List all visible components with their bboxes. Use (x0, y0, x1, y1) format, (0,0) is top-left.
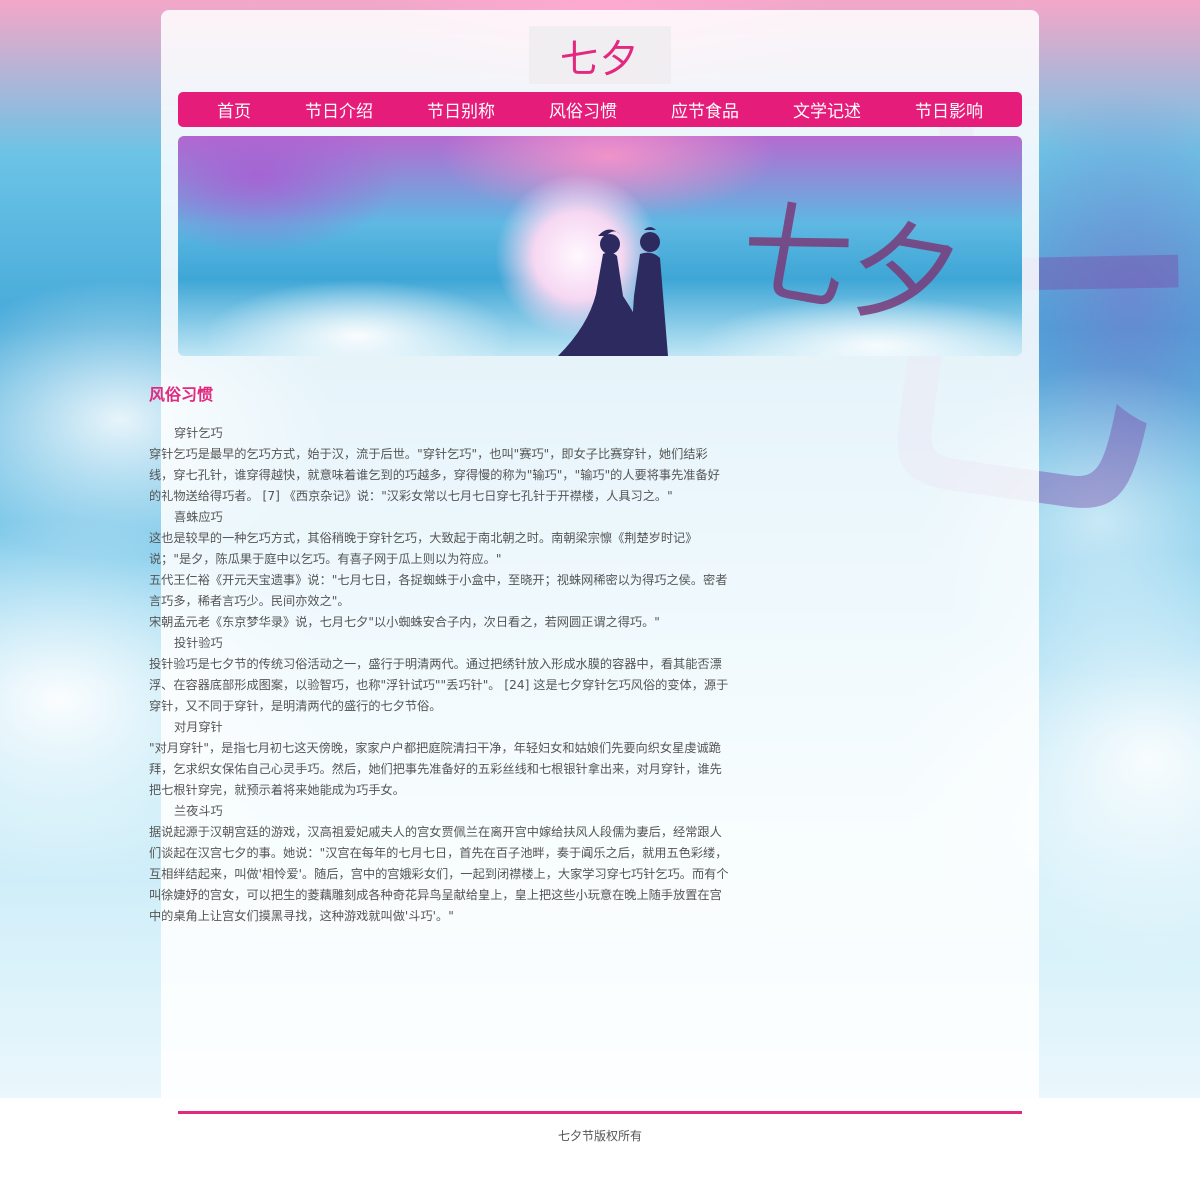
section-heading: 穿针乞巧 (174, 426, 223, 440)
banner-qixi-glyph: 七夕 (730, 183, 970, 348)
footer-divider (178, 1111, 1022, 1114)
nav-item-influence[interactable]: 节日影响 (915, 97, 983, 122)
nav-item-customs[interactable]: 风俗习惯 (549, 97, 617, 122)
article-paragraph: 投针验巧是七夕节的传统习俗活动之一，盛行于明清两代。通过把绣针放入形成水膜的容器… (149, 657, 729, 713)
article-content: 风俗习惯 穿针乞巧 穿针乞巧是最早的乞巧方式，始于汉，流于后世。"穿针乞巧"，也… (149, 384, 729, 927)
footer-copyright: 七夕节版权所有 (557, 1129, 642, 1143)
section-heading: 对月穿针 (174, 720, 223, 734)
section-heading: 投针验巧 (174, 636, 223, 650)
article-paragraph: 这也是较早的一种乞巧方式，其俗稍晚于穿针乞巧，大致起于南北朝之时。南朝梁宗懔《荆… (149, 531, 698, 566)
article-paragraph: 五代王仁裕《开元天宝遗事》说："七月七日，各捉蜘蛛于小盒中，至晓开；视蛛网稀密以… (149, 573, 728, 608)
article-paragraph: 穿针乞巧是最早的乞巧方式，始于汉，流于后世。"穿针乞巧"，也叫"赛巧"，即女子比… (149, 447, 720, 503)
article-title: 风俗习惯 (149, 385, 214, 404)
nav-item-introduction[interactable]: 节日介绍 (305, 97, 373, 122)
article-paragraph: 据说起源于汉朝宫廷的游戏，汉高祖爱妃戚夫人的宫女贾佩兰在离开宫中嫁给扶风人段儒为… (149, 825, 729, 923)
section-heading: 喜蛛应巧 (174, 510, 223, 524)
nav-item-aliases[interactable]: 节日别称 (427, 97, 495, 122)
hero-banner: 七夕 (178, 136, 1022, 356)
article-paragraph: 宋朝孟元老《东京梦华录》说，七月七夕"以小蜘蛛安合子内，次日看之，若网圆正谓之得… (149, 615, 660, 629)
nav-item-literature[interactable]: 文学记述 (793, 97, 861, 122)
main-nav: 首页 节日介绍 节日别称 风俗习惯 应节食品 文学记述 节日影响 (178, 92, 1022, 127)
nav-item-home[interactable]: 首页 (217, 97, 251, 122)
nav-item-foods[interactable]: 应节食品 (671, 97, 739, 122)
article-paragraph: "对月穿针"，是指七月初七这天傍晚，家家户户都把庭院清扫干净，年轻妇女和姑娘们先… (149, 741, 722, 797)
site-logo[interactable]: 七夕 (529, 26, 671, 84)
couple-silhouette-image (558, 227, 668, 356)
section-heading: 兰夜斗巧 (174, 804, 223, 818)
